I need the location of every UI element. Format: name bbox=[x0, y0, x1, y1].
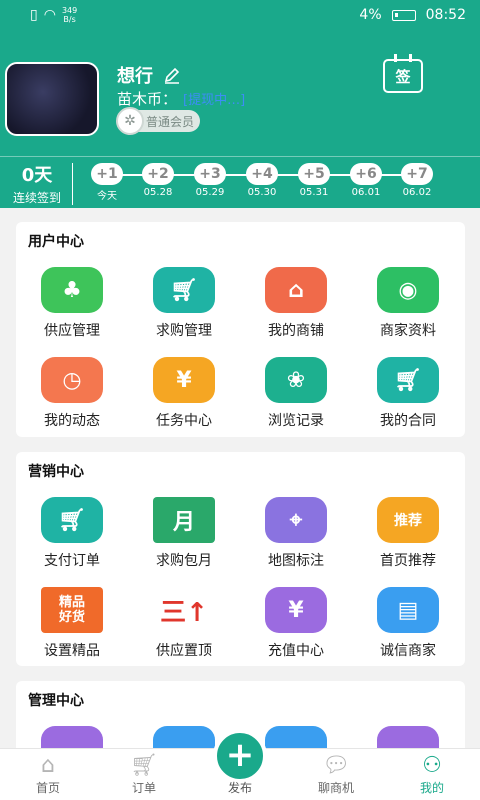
user-name[interactable]: 想行 bbox=[117, 62, 181, 88]
signin-streak: 0天 连续签到 +1 今天 +2 05.28 +3 05.29 +4 05.30 +5 0… bbox=[0, 156, 480, 208]
menu-item-recharge[interactable]: ¥ 充值中心 bbox=[240, 587, 352, 660]
coins-row: 苗木币： [提现中…] bbox=[117, 90, 246, 108]
id-card-icon: ▤ bbox=[377, 587, 439, 633]
menu-item-monthly-purchase[interactable]: 月求购包月 bbox=[128, 497, 240, 570]
coins-link[interactable]: [提现中…] bbox=[183, 93, 245, 108]
gear-icon: ✲ bbox=[116, 107, 144, 135]
tree-icon: ♣ bbox=[41, 267, 103, 313]
section-title: 管理中心 bbox=[28, 693, 84, 709]
streak-day: +2 05.28 bbox=[132, 163, 184, 198]
profile-header: ▯ ◠ 349 B/s 4% 08:52 想行 苗木币： [提现中…] ✲ 普通会员 … bbox=[0, 0, 480, 208]
menu-item-quality[interactable]: 精品好货 设置精品 bbox=[16, 587, 128, 660]
pin-top-icon: 三↑ bbox=[153, 587, 215, 633]
streak-count: 0天 连续签到 bbox=[12, 165, 61, 205]
person-icon: ◉ bbox=[377, 267, 439, 313]
cart-icon: 🛒︎ bbox=[41, 497, 103, 543]
marketing-center-card: 营销中心 🛒︎ 支付订单 月求购包月 ⌖ 地图标注 推荐 首页推荐 精品好货 设置精品 … bbox=[16, 452, 465, 666]
menu-item-activity[interactable]: ◷ 我的动态 bbox=[16, 357, 128, 430]
sim-icon: ▯ bbox=[30, 7, 38, 23]
signin-calendar-button[interactable]: 签 bbox=[383, 54, 423, 93]
user-center-card: 用户中心 ♣ 供应管理 🛒︎ 求购管理 ⌂ 我的商铺 ◉ 商家资料 ◷ 我的动态 ¥ 任务中… bbox=[16, 222, 465, 437]
person-icon: ⚇ bbox=[422, 753, 442, 778]
streak-day: +7 06.02 bbox=[391, 163, 443, 198]
recharge-icon: ¥ bbox=[265, 587, 327, 633]
avatar[interactable] bbox=[5, 62, 99, 136]
menu-item-home-recommend[interactable]: 推荐 首页推荐 bbox=[352, 497, 464, 570]
network-speed: 349 B/s bbox=[61, 6, 78, 24]
gift-box-icon: 月 bbox=[153, 497, 215, 543]
publish-label: 发布 bbox=[227, 781, 252, 795]
tab-mine[interactable]: ⚇ 我的 bbox=[384, 753, 480, 796]
menu-item-trusted-merchant[interactable]: ▤ 诚信商家 bbox=[352, 587, 464, 660]
divider bbox=[72, 163, 73, 205]
menu-item-map-mark[interactable]: ⌖ 地图标注 bbox=[240, 497, 352, 570]
tab-chat[interactable]: 💬︎ 聊商机 bbox=[288, 753, 384, 796]
section-title: 营销中心 bbox=[28, 464, 84, 480]
edit-icon[interactable] bbox=[163, 66, 181, 84]
paw-icon: ❀ bbox=[265, 357, 327, 403]
plus-icon: + bbox=[225, 735, 255, 775]
streak-day: +3 05.29 bbox=[184, 163, 236, 198]
clock: 08:52 bbox=[425, 7, 466, 23]
coins-icon: ¥ bbox=[153, 357, 215, 403]
section-title: 用户中心 bbox=[28, 234, 84, 250]
shop-icon: ⌂ bbox=[265, 267, 327, 313]
cart-icon: 🛒︎ bbox=[130, 753, 158, 778]
tab-orders[interactable]: 🛒︎ 订单 bbox=[96, 753, 192, 796]
menu-item-contract[interactable]: 🛒︎ 我的合同 bbox=[352, 357, 464, 430]
menu-item-merchant-info[interactable]: ◉ 商家资料 bbox=[352, 267, 464, 340]
menu-item-history[interactable]: ❀ 浏览记录 bbox=[240, 357, 352, 430]
tab-home[interactable]: ⌂ 首页 bbox=[0, 753, 96, 796]
menu-item-pin-top[interactable]: 三↑ 供应置顶 bbox=[128, 587, 240, 660]
streak-day: +5 05.31 bbox=[288, 163, 340, 198]
status-bar: ▯ ◠ 349 B/s 4% 08:52 bbox=[0, 0, 480, 30]
thumbs-up-icon: 推荐 bbox=[377, 497, 439, 543]
menu-item-pay-order[interactable]: 🛒︎ 支付订单 bbox=[16, 497, 128, 570]
quality-badge-icon: 精品好货 bbox=[41, 587, 103, 633]
battery-icon bbox=[391, 9, 416, 21]
battery-percent: 4% bbox=[359, 7, 382, 23]
streak-day: +1 今天 bbox=[81, 163, 133, 202]
menu-item-shop[interactable]: ⌂ 我的商铺 bbox=[240, 267, 352, 340]
menu-item-supply[interactable]: ♣ 供应管理 bbox=[16, 267, 128, 340]
home-icon: ⌂ bbox=[41, 753, 55, 778]
chat-bubble-icon: 💬︎ bbox=[322, 753, 350, 778]
menu-item-purchase[interactable]: 🛒︎ 求购管理 bbox=[128, 267, 240, 340]
streak-day: +4 05.30 bbox=[236, 163, 288, 198]
member-badge: ✲ 普通会员 bbox=[116, 107, 201, 135]
menu-item-tasks[interactable]: ¥ 任务中心 bbox=[128, 357, 240, 430]
alarm-clock-icon: ◷ bbox=[41, 357, 103, 403]
cart-icon: 🛒︎ bbox=[377, 357, 439, 403]
streak-day: +6 06.01 bbox=[340, 163, 392, 198]
wifi-icon: ◠ bbox=[43, 7, 56, 23]
map-icon: ⌖ bbox=[265, 497, 327, 543]
publish-button[interactable]: + bbox=[213, 729, 267, 783]
cart-icon: 🛒︎ bbox=[153, 267, 215, 313]
